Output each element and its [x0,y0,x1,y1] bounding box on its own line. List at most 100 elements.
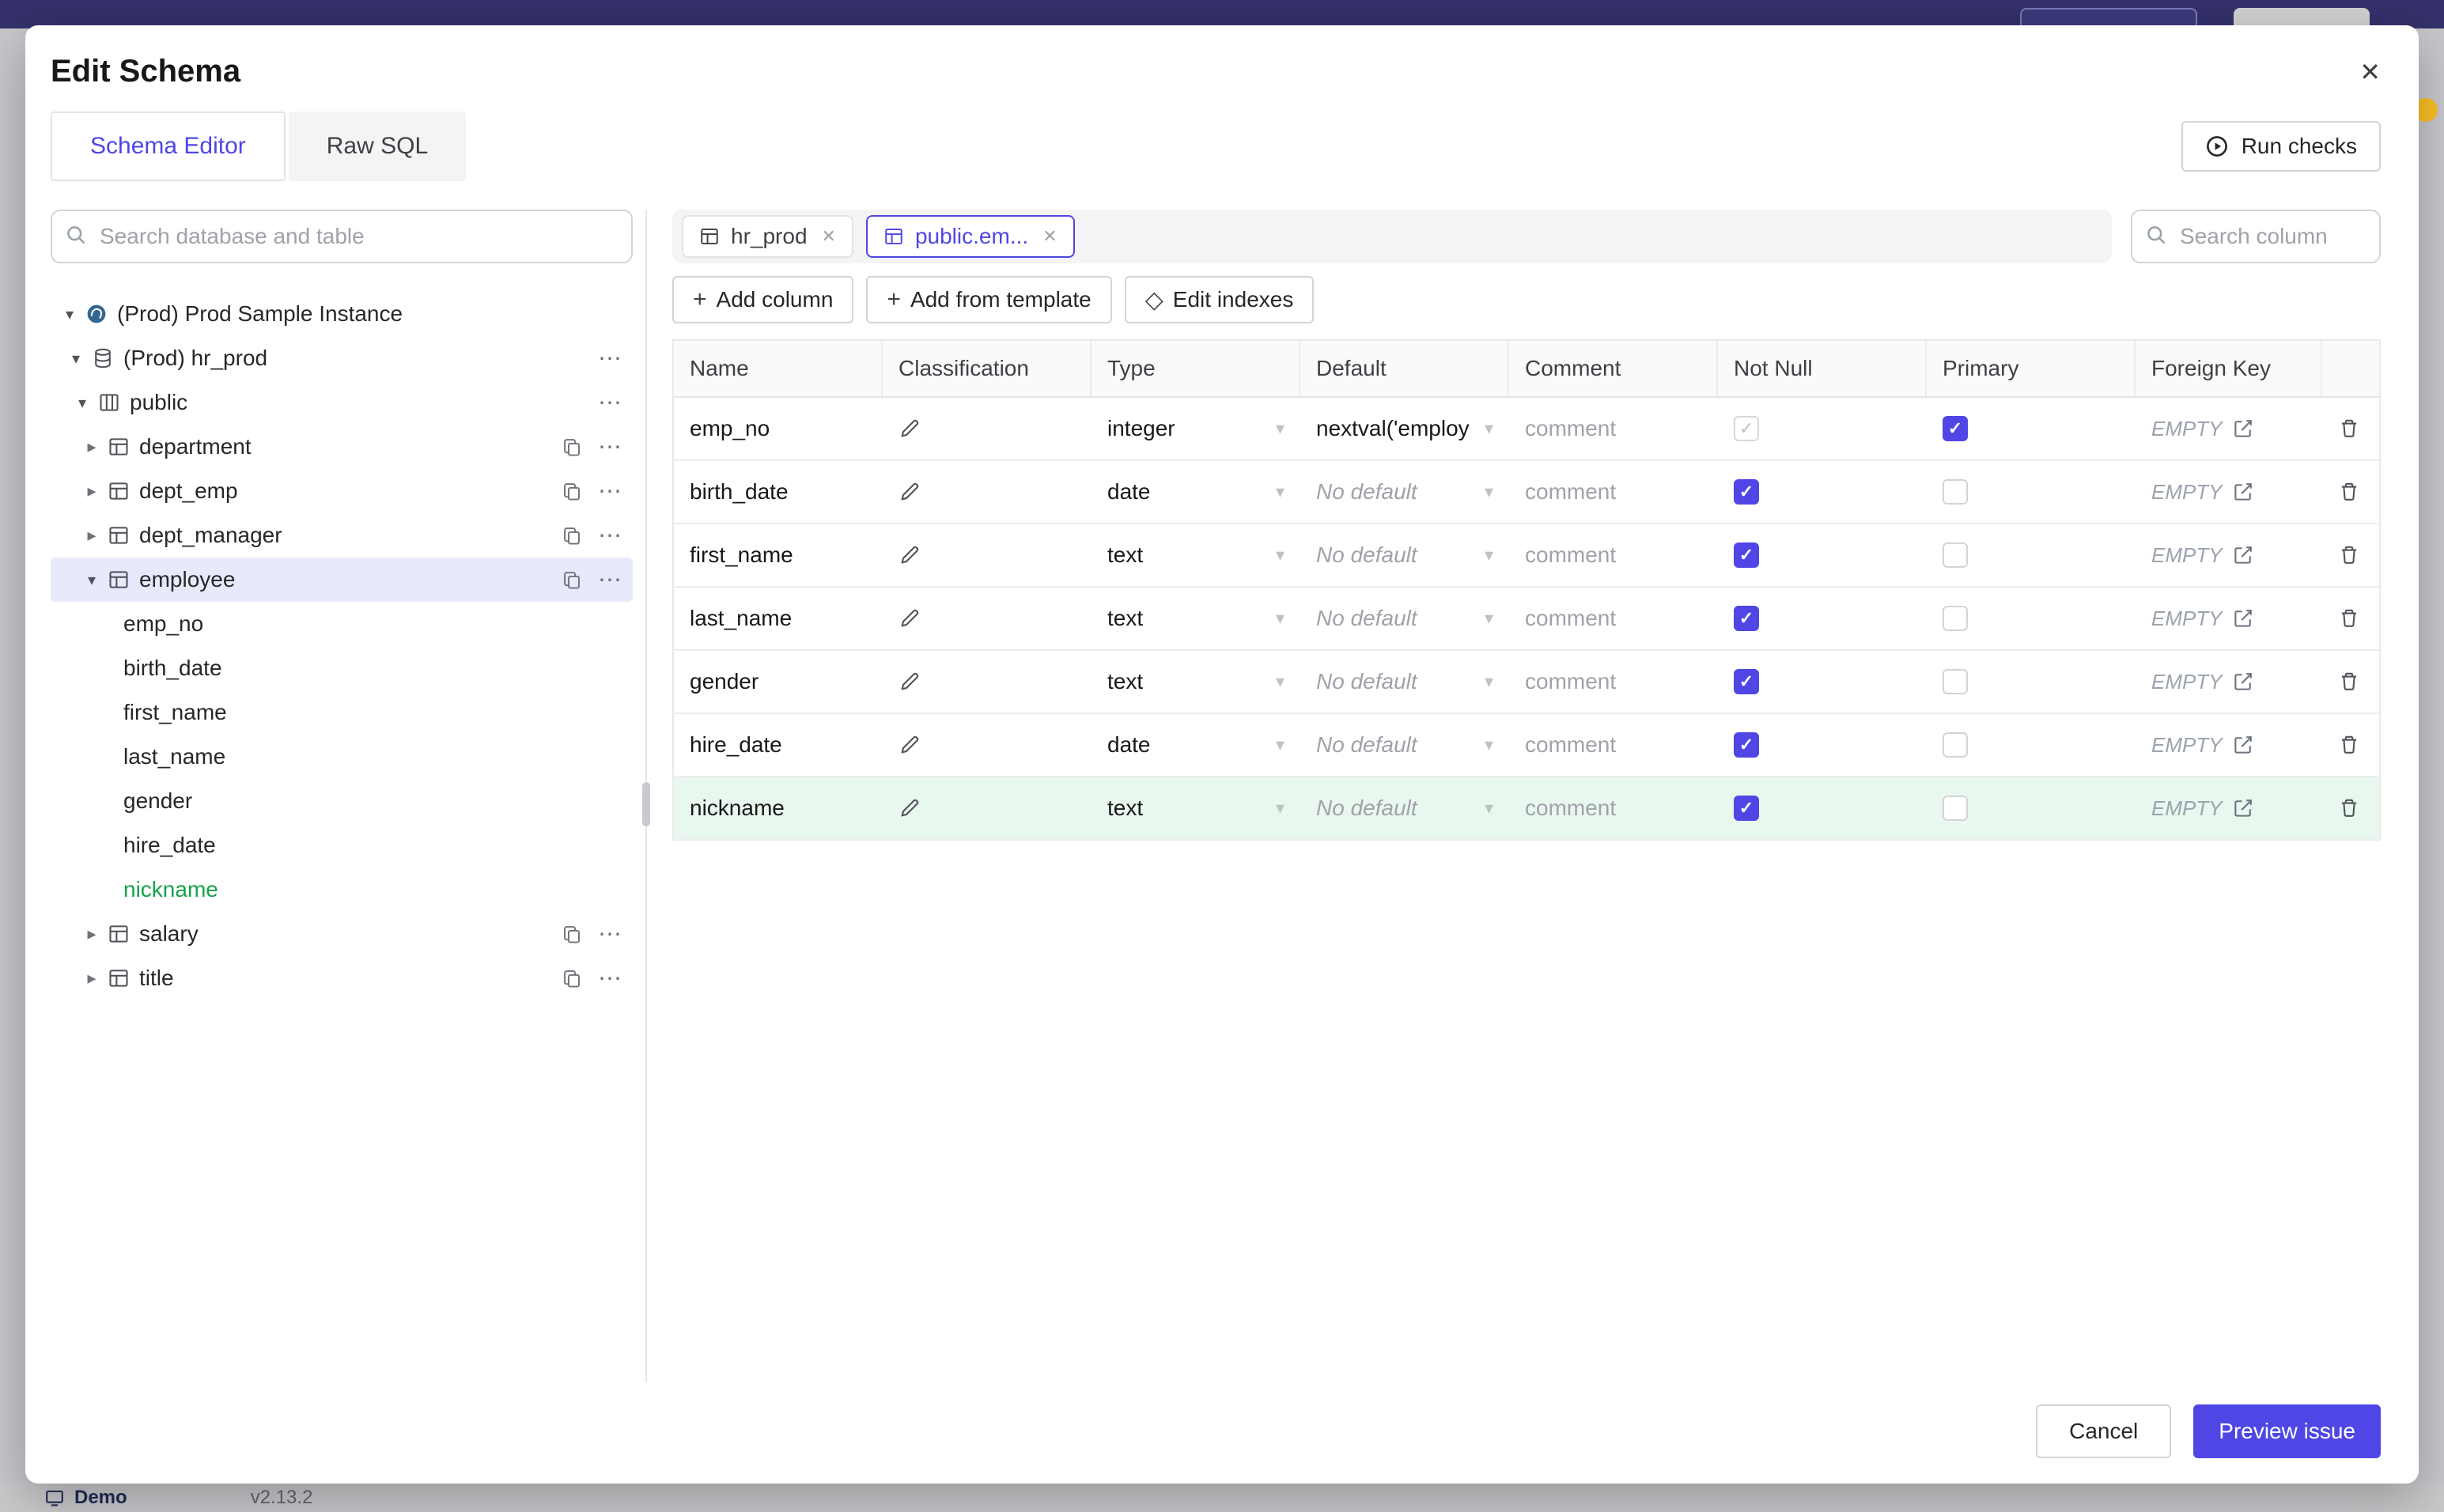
add-column-button[interactable]: + Add column [672,276,854,323]
chevron-right-icon[interactable]: ▸ [82,525,101,546]
not-null-checkbox[interactable] [1734,542,1759,568]
close-icon[interactable]: ✕ [2359,59,2381,85]
type-select[interactable]: text ▾ [1091,651,1300,713]
tree-item-table-employee[interactable]: ▾ employee ⋯ [51,558,633,602]
type-select[interactable]: integer ▾ [1091,398,1300,459]
ellipsis-icon[interactable]: ⋯ [598,965,623,992]
primary-checkbox[interactable] [1943,732,1968,758]
copy-icon[interactable] [562,968,582,988]
copy-icon[interactable] [562,525,582,546]
copy-icon[interactable] [562,569,582,590]
default-select[interactable]: No default ▾ [1300,461,1509,523]
default-select[interactable]: No default ▾ [1300,714,1509,776]
chevron-down-icon[interactable]: ▾ [82,570,101,590]
trash-icon[interactable] [2338,418,2360,440]
ellipsis-icon[interactable]: ⋯ [598,920,623,948]
default-select[interactable]: No default ▾ [1300,777,1509,839]
tree-search-input[interactable] [51,210,633,263]
ellipsis-icon[interactable]: ⋯ [598,478,623,505]
not-null-checkbox[interactable] [1734,732,1759,758]
default-select[interactable]: No default ▾ [1300,524,1509,586]
not-null-checkbox[interactable] [1734,479,1759,505]
foreign-key-cell[interactable]: EMPTY [2136,651,2322,713]
close-icon[interactable]: ✕ [822,226,836,247]
chevron-right-icon[interactable]: ▸ [82,968,101,988]
tree-item-table-dept-manager[interactable]: ▸ dept_manager ⋯ [51,513,633,558]
ellipsis-icon[interactable]: ⋯ [598,522,623,550]
tree-item-schema-public[interactable]: ▾ public ⋯ [51,380,633,425]
pencil-icon[interactable] [899,734,921,756]
default-select[interactable]: No default ▾ [1300,588,1509,649]
tree-item-table-title[interactable]: ▸ title ⋯ [51,956,633,1000]
tree-item-column-first-name[interactable]: first_name [51,690,633,735]
trash-icon[interactable] [2338,481,2360,503]
comment-input[interactable] [1525,732,1702,758]
editor-tab-public-employee[interactable]: public.em... ✕ [865,215,1075,258]
chevron-right-icon[interactable]: ▸ [82,437,101,457]
tree-item-table-salary[interactable]: ▸ salary ⋯ [51,912,633,956]
trash-icon[interactable] [2338,607,2360,629]
foreign-key-cell[interactable]: EMPTY [2136,524,2322,586]
comment-input[interactable] [1525,796,1702,821]
comment-input[interactable] [1525,479,1702,505]
tab-schema-editor[interactable]: Schema Editor [51,112,286,181]
copy-icon[interactable] [562,437,582,457]
ellipsis-icon[interactable]: ⋯ [598,566,623,594]
tree-item-instance[interactable]: ▾ (Prod) Prod Sample Instance [51,292,633,336]
tab-raw-sql[interactable]: Raw SQL [288,112,467,181]
tree-item-column-birth-date[interactable]: birth_date [51,646,633,690]
type-select[interactable]: date ▾ [1091,714,1300,776]
type-select[interactable]: text ▾ [1091,588,1300,649]
copy-icon[interactable] [562,924,582,944]
trash-icon[interactable] [2338,544,2360,566]
primary-checkbox[interactable] [1943,542,1968,568]
tree-item-database-hr-prod[interactable]: ▾ (Prod) hr_prod ⋯ [51,336,633,380]
close-icon[interactable]: ✕ [1042,226,1057,247]
not-null-checkbox[interactable] [1734,416,1759,441]
foreign-key-cell[interactable]: EMPTY [2136,398,2322,459]
pencil-icon[interactable] [899,671,921,693]
chevron-right-icon[interactable]: ▸ [82,924,101,944]
type-select[interactable]: text ▾ [1091,777,1300,839]
pencil-icon[interactable] [899,797,921,819]
type-select[interactable]: text ▾ [1091,524,1300,586]
copy-icon[interactable] [562,481,582,501]
edit-indexes-button[interactable]: ◇ Edit indexes [1124,276,1315,323]
preview-issue-button[interactable]: Preview issue [2193,1404,2381,1458]
trash-icon[interactable] [2338,734,2360,756]
ellipsis-icon[interactable]: ⋯ [598,389,623,417]
tree-item-table-department[interactable]: ▸ department ⋯ [51,425,633,469]
comment-input[interactable] [1525,416,1702,441]
pencil-icon[interactable] [899,544,921,566]
primary-checkbox[interactable] [1943,479,1968,505]
run-checks-button[interactable]: Run checks [2181,121,2381,172]
cancel-button[interactable]: Cancel [2036,1404,2172,1458]
comment-input[interactable] [1525,542,1702,568]
comment-input[interactable] [1525,669,1702,694]
tree-item-column-gender[interactable]: gender [51,779,633,823]
primary-checkbox[interactable] [1943,416,1968,441]
type-select[interactable]: date ▾ [1091,461,1300,523]
chevron-down-icon[interactable]: ▾ [60,304,79,324]
tree-item-column-hire-date[interactable]: hire_date [51,823,633,868]
foreign-key-cell[interactable]: EMPTY [2136,461,2322,523]
foreign-key-cell[interactable]: EMPTY [2136,714,2322,776]
tree-item-column-nickname[interactable]: nickname [51,868,633,912]
column-search-input[interactable] [2131,210,2381,263]
add-from-template-button[interactable]: + Add from template [866,276,1112,323]
primary-checkbox[interactable] [1943,606,1968,631]
default-select[interactable]: nextval('employ ▾ [1300,398,1509,459]
tree-item-column-last-name[interactable]: last_name [51,735,633,779]
primary-checkbox[interactable] [1943,669,1968,694]
default-select[interactable]: No default ▾ [1300,651,1509,713]
pencil-icon[interactable] [899,607,921,629]
chevron-down-icon[interactable]: ▾ [66,349,85,369]
trash-icon[interactable] [2338,797,2360,819]
chevron-down-icon[interactable]: ▾ [73,393,92,413]
editor-tab-hr-prod[interactable]: hr_prod ✕ [682,215,853,258]
pencil-icon[interactable] [899,481,921,503]
not-null-checkbox[interactable] [1734,669,1759,694]
scrollbar[interactable] [642,782,650,826]
foreign-key-cell[interactable]: EMPTY [2136,588,2322,649]
not-null-checkbox[interactable] [1734,796,1759,821]
